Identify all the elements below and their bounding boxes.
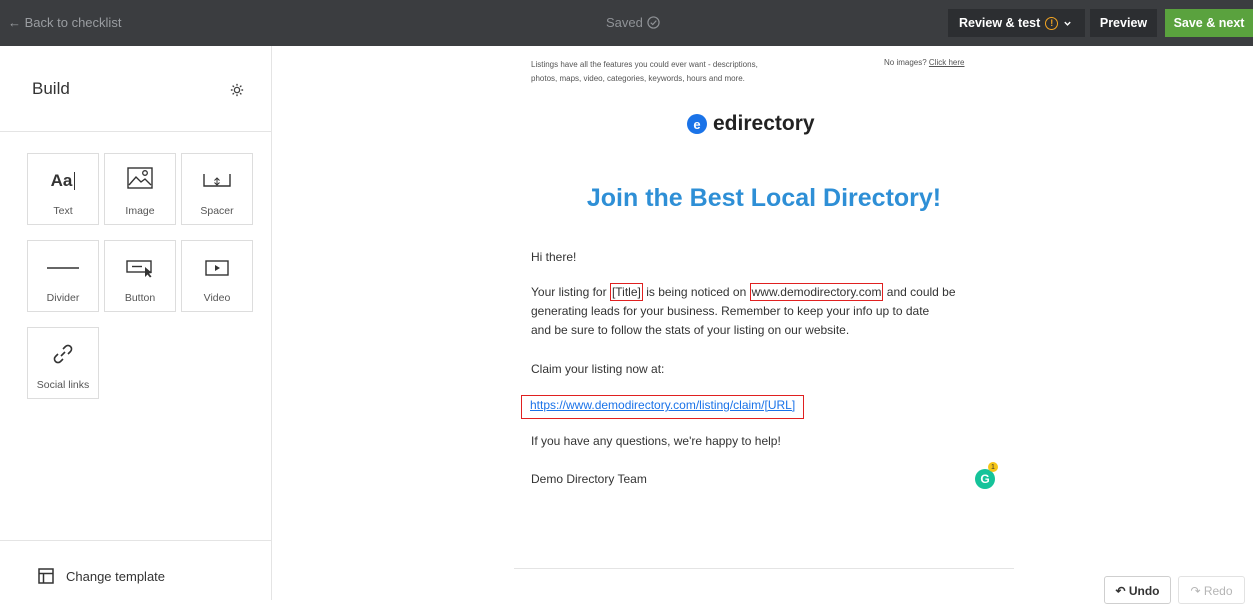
block-label: Divider xyxy=(46,292,80,304)
logo-wordmark: edirectory xyxy=(713,112,815,135)
save-next-button[interactable]: Save & next xyxy=(1165,9,1253,37)
body-part-1: Your listing for xyxy=(531,285,607,299)
block-label: Video xyxy=(203,292,231,304)
block-text[interactable]: Aa Text xyxy=(27,153,99,225)
block-button[interactable]: Button xyxy=(104,240,176,312)
top-bar: ← Back to checklist Saved Review & test … xyxy=(0,0,1253,46)
preview-button[interactable]: Preview xyxy=(1090,9,1157,37)
email-canvas-bottom-line xyxy=(514,568,1014,569)
email-intro-text: Listings have all the features you could… xyxy=(531,60,758,83)
gear-icon[interactable] xyxy=(230,83,244,97)
text-icon: Aa xyxy=(51,172,76,190)
click-here-link[interactable]: Click here xyxy=(929,58,965,67)
block-label: Button xyxy=(124,292,156,304)
spacer-icon xyxy=(203,174,231,187)
review-test-button[interactable]: Review & test ! xyxy=(948,9,1085,37)
signature-text: Demo Directory Team xyxy=(531,472,647,486)
chevron-down-icon xyxy=(1064,21,1071,26)
change-template-label: Change template xyxy=(66,568,166,584)
sidebar-divider xyxy=(0,131,271,132)
no-images-notice: No images? Click here xyxy=(884,58,965,67)
body-part-3: and could be xyxy=(886,285,956,299)
block-video[interactable]: Video xyxy=(181,240,253,312)
link-icon xyxy=(53,344,73,364)
site-url-text: www.demodirectory.com xyxy=(749,283,884,301)
warning-icon: ! xyxy=(1045,16,1059,30)
logo-mark: e xyxy=(687,114,707,134)
block-label: Spacer xyxy=(200,205,234,217)
email-body-paragraph: Your listing for [Title] is being notice… xyxy=(531,283,1011,340)
title-merge-tag: [Title] xyxy=(609,283,643,301)
block-spacer[interactable]: Spacer xyxy=(181,153,253,225)
review-test-label: Review & test xyxy=(959,16,1041,30)
sidebar-title: Build xyxy=(32,79,70,98)
grammarly-count-badge: 1 xyxy=(988,462,998,472)
no-images-label: No images? xyxy=(884,58,927,67)
image-icon xyxy=(127,167,153,189)
questions-text: If you have any questions, we're happy t… xyxy=(531,434,781,448)
template-icon xyxy=(38,568,54,584)
saved-label: Saved xyxy=(606,15,643,30)
claim-url-link[interactable]: https://www.demodirectory.com/listing/cl… xyxy=(530,398,795,412)
claim-url-box: https://www.demodirectory.com/listing/cl… xyxy=(521,395,805,419)
sidebar-bottom-divider xyxy=(0,540,271,541)
email-headline: Join the Best Local Directory! xyxy=(586,184,942,212)
check-circle-icon xyxy=(647,16,660,29)
build-sidebar: Build Aa Text Image Spacer Divider Butto… xyxy=(0,46,272,600)
email-canvas[interactable]: Listings have all the features you could… xyxy=(514,46,1014,576)
body-line-2: generating leads for your business. Reme… xyxy=(531,304,930,318)
grammarly-icon[interactable]: G xyxy=(975,469,995,489)
button-icon xyxy=(126,260,152,278)
back-to-checklist-link[interactable]: ← Back to checklist xyxy=(8,15,121,30)
claim-label: Claim your listing now at: xyxy=(531,362,665,376)
block-divider[interactable]: Divider xyxy=(27,240,99,312)
block-label: Social links xyxy=(36,379,90,391)
body-line-1: Your listing for [Title] is being notice… xyxy=(531,283,1011,302)
video-icon xyxy=(205,260,229,276)
block-label: Text xyxy=(53,205,73,217)
saved-status: Saved xyxy=(606,15,660,30)
body-line-3: and be sure to follow the stats of your … xyxy=(531,323,850,337)
change-template-button[interactable]: Change template xyxy=(38,568,165,584)
email-greeting: Hi there! xyxy=(531,250,577,264)
block-social-links[interactable]: Social links xyxy=(27,327,99,399)
edirectory-logo: e edirectory xyxy=(687,112,815,136)
divider-icon xyxy=(47,267,79,269)
block-label: Image xyxy=(125,205,155,217)
block-image[interactable]: Image xyxy=(104,153,176,225)
body-part-2: is being noticed on xyxy=(646,285,747,299)
